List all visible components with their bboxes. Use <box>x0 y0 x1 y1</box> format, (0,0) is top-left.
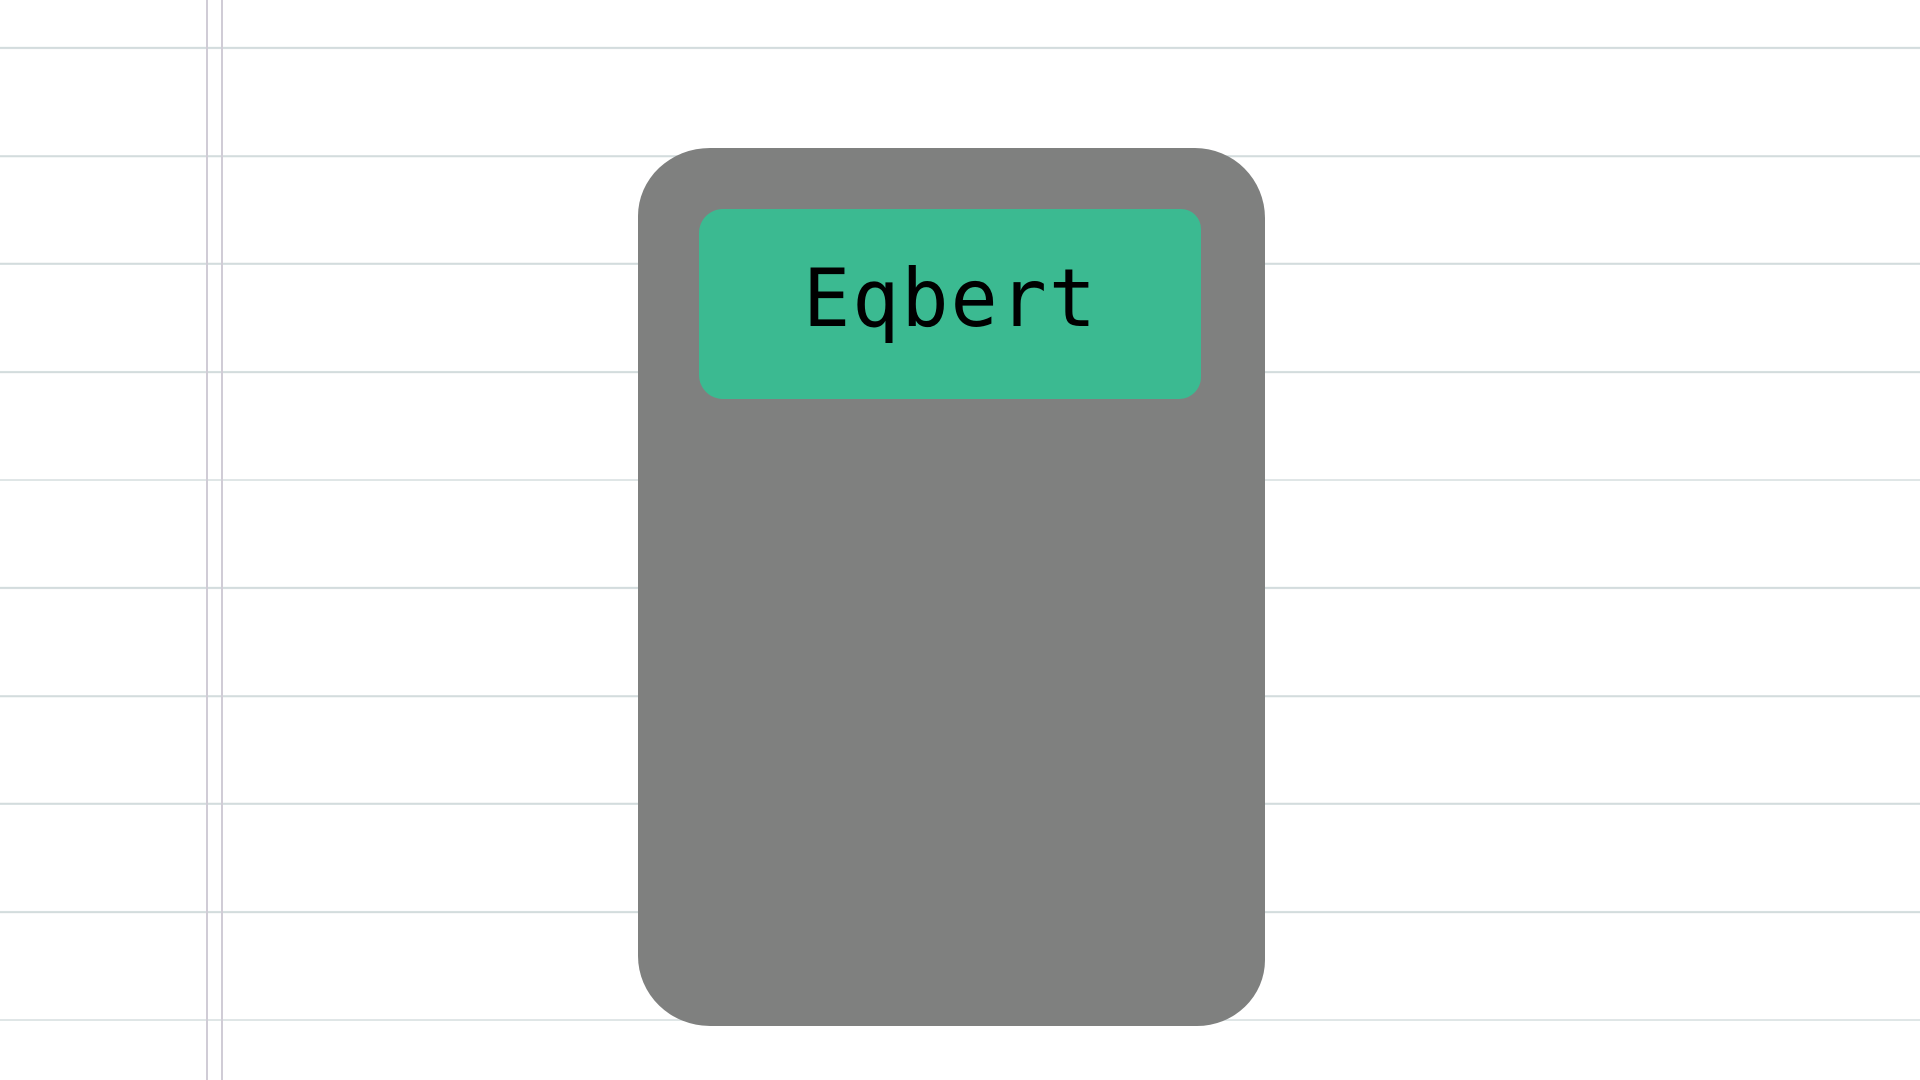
display-text: Eqbert <box>802 252 1098 345</box>
calculator-body: Eqbert <box>638 148 1265 1026</box>
calculator-display: Eqbert <box>699 209 1201 399</box>
margin-line-left <box>206 0 208 1080</box>
margin-line-right <box>221 0 223 1080</box>
lined-paper-background: Eqbert <box>0 0 1920 1080</box>
